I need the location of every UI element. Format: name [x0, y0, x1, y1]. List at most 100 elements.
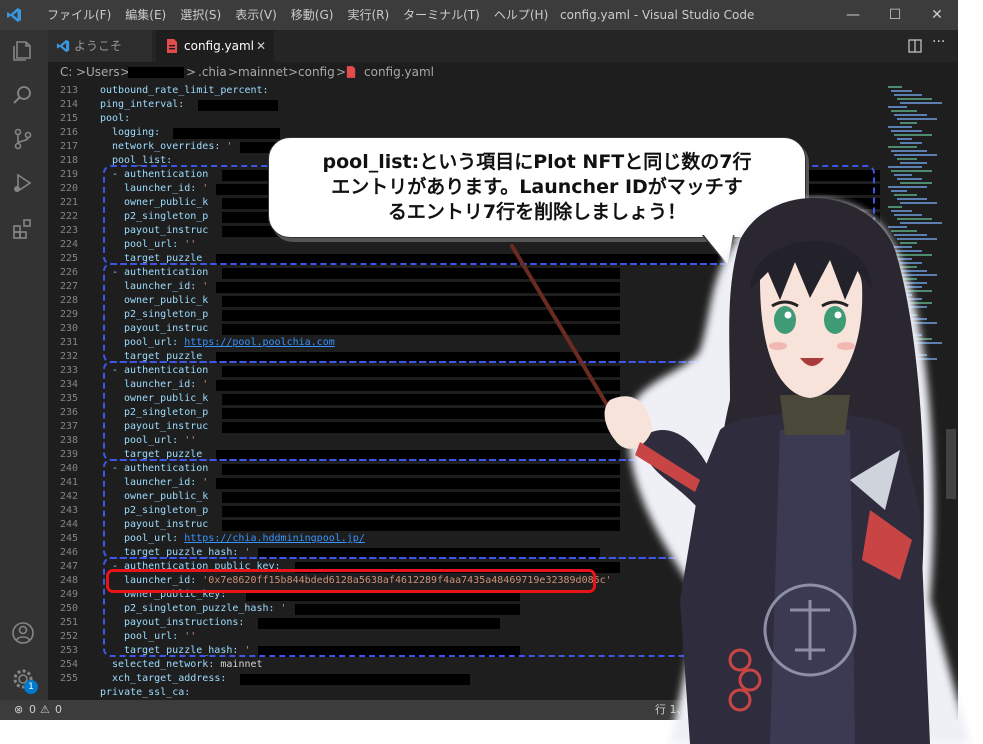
redacted-value: [197, 100, 278, 111]
menu-item[interactable]: ヘルプ(H): [487, 0, 555, 30]
minimap-line: [894, 174, 912, 176]
explorer-icon[interactable]: [10, 38, 36, 64]
line-number: 220: [59, 183, 78, 194]
split-editor-icon[interactable]: [908, 39, 922, 53]
line-number: 240: [59, 463, 78, 474]
line-number: 238: [59, 435, 78, 446]
yaml-key: logging:: [112, 127, 161, 138]
line-number: 230: [59, 323, 78, 334]
notification-badge: 1: [24, 680, 38, 694]
minimap-line: [891, 110, 917, 112]
account-icon[interactable]: [10, 620, 36, 646]
yaml-file-icon: [346, 66, 356, 78]
character-illustration: [604, 197, 970, 744]
menu-item[interactable]: ファイル(F): [40, 0, 118, 30]
line-number: 254: [59, 659, 78, 670]
minimap-line: [894, 134, 932, 136]
menu-item[interactable]: 選択(S): [173, 0, 228, 30]
line-number: 222: [59, 211, 78, 222]
yaml-key: private_ssl_ca:: [100, 687, 191, 698]
yaml-key: network_overrides:: [112, 141, 221, 152]
minimize-button[interactable]: —: [830, 0, 876, 30]
breadcrumb-item[interactable]: config: [298, 62, 335, 82]
line-number: 244: [59, 519, 78, 530]
line-number: 239: [59, 449, 78, 460]
menu-item[interactable]: ターミナル(T): [396, 0, 487, 30]
menu-item[interactable]: 移動(G): [284, 0, 341, 30]
line-number: 232: [59, 351, 78, 362]
maximize-button[interactable]: ☐: [872, 0, 918, 30]
line-number: 247: [59, 561, 78, 572]
code-line[interactable]: xch_target_address:: [112, 672, 232, 686]
line-number: 241: [59, 477, 78, 488]
extensions-icon[interactable]: [10, 216, 36, 242]
warning-count[interactable]: 0: [55, 700, 62, 720]
minimap-line: [891, 150, 927, 152]
breadcrumb-separator: >: [186, 65, 197, 79]
minimap-line: [888, 126, 912, 128]
yaml-key: xch_target_address:: [112, 673, 227, 684]
minimap-line: [888, 86, 902, 88]
breadcrumb-item[interactable]: mainnet: [238, 62, 288, 82]
menu-item[interactable]: 実行(R): [340, 0, 396, 30]
callout-line-1: pool_list:という項目にPlot NFTと同じ数の7行: [322, 151, 752, 173]
line-number: 227: [59, 281, 78, 292]
line-number: 236: [59, 407, 78, 418]
yaml-key: selected_network:: [112, 659, 215, 670]
line-number: 218: [59, 155, 78, 166]
code-line[interactable]: ping_interval:: [100, 98, 190, 112]
minimap-line: [891, 90, 912, 92]
breadcrumb-separator: >: [288, 65, 299, 79]
search-icon[interactable]: [10, 82, 36, 108]
code-line[interactable]: logging:: [112, 126, 166, 140]
minimap-line: [897, 158, 917, 160]
breadcrumb-item[interactable]: Users: [86, 62, 120, 82]
close-window-button[interactable]: ✕: [914, 0, 960, 30]
error-icon[interactable]: ⊗: [14, 700, 23, 720]
breadcrumb-item[interactable]: C:: [60, 62, 72, 82]
menu-item[interactable]: 表示(V): [228, 0, 284, 30]
warning-icon[interactable]: ⚠: [40, 700, 50, 720]
code-line[interactable]: selected_network: mainnet: [112, 658, 263, 672]
yaml-key: pool:: [100, 113, 131, 124]
tab-welcome[interactable]: ようこそ: [48, 30, 152, 62]
menu-item[interactable]: 編集(E): [118, 0, 173, 30]
line-number: 226: [59, 267, 78, 278]
line-number: 235: [59, 393, 78, 404]
redacted-value: [240, 674, 470, 685]
code-line[interactable]: network_overrides: ': [112, 140, 232, 154]
minimap-line: [897, 138, 912, 140]
source-control-icon[interactable]: [10, 126, 36, 152]
line-number: 219: [59, 169, 78, 180]
code-line[interactable]: outbound_rate_limit_percent:: [100, 84, 275, 98]
redacted-username: [128, 67, 184, 78]
error-count[interactable]: 0: [29, 700, 36, 720]
vscode-logo-icon: [56, 39, 70, 53]
minimap-line: [897, 118, 937, 120]
line-number: 253: [59, 645, 78, 656]
minimap-line: [894, 114, 927, 116]
activity-bar: 1: [0, 30, 48, 700]
minimap-line: [894, 94, 922, 96]
breadcrumb-separator: >: [336, 65, 347, 79]
line-number: 246: [59, 547, 78, 558]
line-number: 229: [59, 309, 78, 320]
tab-bar: ようこそ config.yaml ✕ ···: [48, 30, 958, 62]
line-number: 225: [59, 253, 78, 264]
more-actions-icon[interactable]: ···: [932, 34, 945, 50]
code-line[interactable]: private_ssl_ca:: [100, 686, 196, 700]
line-number: 252: [59, 631, 78, 642]
tab-config-yaml[interactable]: config.yaml ✕: [156, 30, 274, 62]
line-number: 250: [59, 603, 78, 614]
tab-label: ようこそ: [74, 39, 123, 53]
breadcrumb-item[interactable]: .chia: [198, 62, 227, 82]
minimap-line: [897, 98, 932, 100]
breadcrumb-item[interactable]: config.yaml: [364, 62, 434, 82]
line-number: 237: [59, 421, 78, 432]
run-debug-icon[interactable]: [10, 170, 36, 196]
code-line[interactable]: pool:: [100, 112, 136, 126]
launcher-id-highlight: [106, 569, 596, 593]
line-number: 255: [59, 673, 78, 684]
line-number-gutter: 213 214 215 216 217 218 219 220 221 222 223 224 225 2…: [48, 84, 92, 700]
close-tab-icon[interactable]: ✕: [256, 30, 266, 62]
